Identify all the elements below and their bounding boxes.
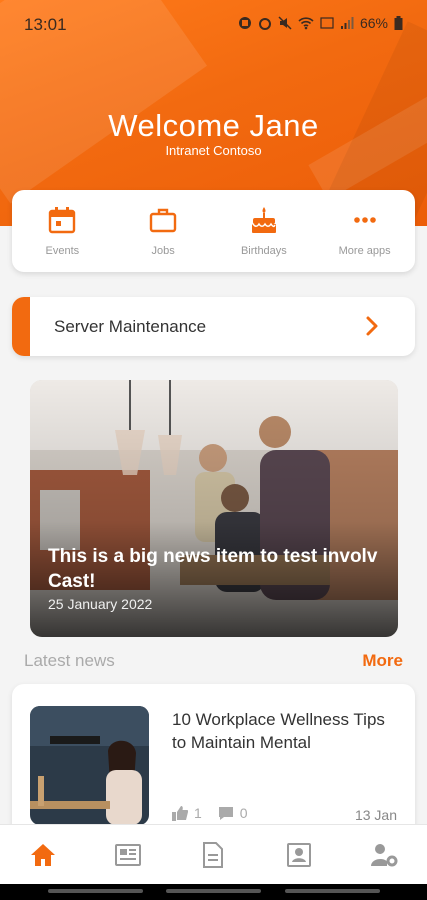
gesture-handle — [48, 889, 143, 893]
app-jobs[interactable]: Jobs — [118, 205, 208, 257]
chevron-right-icon — [366, 316, 378, 336]
status-icons: 66% — [238, 15, 403, 31]
wifi-icon — [298, 17, 314, 30]
more-dots-icon — [353, 217, 376, 223]
news-item-date: 13 Jan — [354, 807, 397, 823]
nav-news[interactable] — [98, 830, 158, 880]
news-item-title: 10 Workplace Wellness Tips to Maintain M… — [172, 710, 385, 752]
comment-icon[interactable] — [218, 806, 234, 821]
mute-icon — [278, 16, 292, 30]
nav-user-settings[interactable] — [354, 830, 414, 880]
cake-icon — [251, 207, 276, 233]
app-label-jobs: Jobs — [151, 245, 175, 257]
app-birthdays[interactable]: Birthdays — [219, 205, 309, 257]
briefcase-icon — [149, 208, 177, 233]
news-icon — [115, 843, 142, 866]
welcome-title: Welcome Jane — [108, 108, 319, 143]
gesture-handle — [285, 889, 380, 893]
like-icon[interactable] — [172, 805, 188, 821]
featured-news-title: This is a big news item to test involv C… — [48, 546, 378, 592]
home-icon — [30, 843, 55, 866]
server-maintenance-banner[interactable]: Server Maintenance — [12, 297, 415, 356]
battery-percent: 66% — [359, 15, 388, 31]
nav-documents[interactable] — [183, 830, 243, 880]
user-settings-icon — [371, 843, 398, 866]
gesture-handle — [166, 889, 261, 893]
featured-news-card[interactable]: This is a big news item to test involv C… — [30, 380, 398, 637]
notification-icon — [238, 17, 251, 29]
latest-news-heading: Latest news — [24, 651, 115, 670]
app-label-events: Events — [45, 245, 80, 257]
signal-icon — [340, 17, 354, 29]
system-gesture-bar — [0, 884, 427, 900]
battery-icon — [394, 16, 403, 30]
nav-home[interactable] — [13, 830, 73, 880]
calendar-icon — [49, 207, 76, 234]
news-thumbnail — [30, 706, 149, 825]
app-screen: 13:01 66% Welcome Jane Intranet Contoso — [0, 0, 427, 900]
intranet-subtitle: Intranet Contoso — [165, 143, 262, 158]
app-events[interactable]: Events — [17, 205, 107, 257]
banner-text: Server Maintenance — [54, 317, 207, 336]
bottom-navigation — [0, 824, 427, 884]
like-count: 1 — [194, 805, 202, 821]
contact-card-icon — [286, 842, 311, 867]
quick-apps-card: Events Jobs Birthdays More apps — [12, 190, 415, 272]
status-time: 13:01 — [24, 15, 67, 34]
banner-accent-bar — [12, 297, 30, 356]
featured-news-date: 25 January 2022 — [48, 596, 153, 612]
app-label-birthdays: Birthdays — [240, 245, 287, 257]
alarm-icon — [258, 18, 271, 30]
nav-contacts[interactable] — [269, 830, 329, 880]
app-label-more-apps: More apps — [338, 245, 391, 257]
volte-icon — [320, 17, 334, 29]
news-thumbnail-image — [30, 706, 149, 825]
more-news-link[interactable]: More — [362, 651, 403, 671]
app-more-apps[interactable]: More apps — [320, 205, 410, 257]
document-icon — [203, 841, 224, 868]
comment-count: 0 — [239, 805, 248, 821]
news-list-item[interactable]: 10 Workplace Wellness Tips to Maintain M… — [12, 684, 415, 844]
status-bar: 13:01 66% — [0, 0, 427, 50]
news-item-meta: 1 0 — [172, 805, 248, 821]
